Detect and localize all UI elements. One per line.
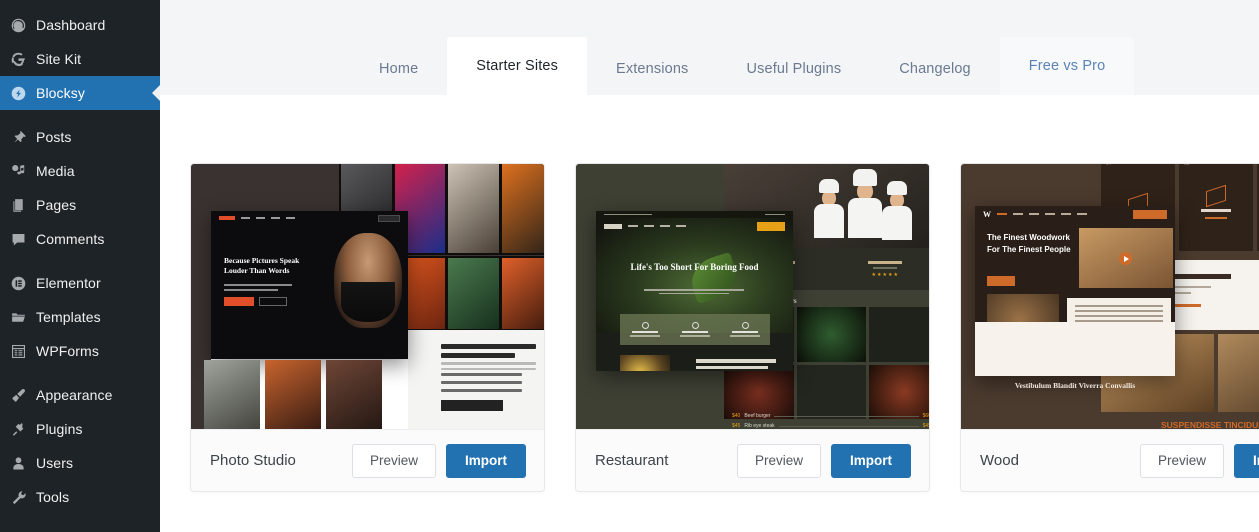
starter-site-title: Wood (980, 452, 1019, 469)
starter-sites-grid: Because Pictures Speak Louder Than Words (190, 163, 1259, 492)
tab-extensions[interactable]: Extensions (587, 43, 717, 95)
wpforms-icon (10, 343, 36, 360)
tab-label: Extensions (616, 61, 689, 77)
elementor-icon (10, 275, 36, 292)
thumb-footer-heading: Vestibulum Blandit Viverra Convallis (1014, 381, 1136, 390)
sidebar-item-comments[interactable]: Comments (0, 222, 160, 256)
preview-button[interactable]: Preview (351, 443, 436, 478)
tab-starter-sites[interactable]: Starter Sites (447, 37, 588, 95)
thumb-hero-heading: The Finest Woodwork For The Finest Peopl… (987, 233, 1071, 254)
sidebar-item-label: Appearance (36, 387, 113, 403)
sidebar-item-label: Blocksy (36, 85, 85, 101)
tab-label: Useful Plugins (746, 61, 842, 77)
thumb-hero-heading: Because Pictures Speak Louder Than Words (224, 256, 300, 276)
sidebar-item-dashboard[interactable]: Dashboard (0, 8, 160, 42)
sidebar-item-pages[interactable]: Pages (0, 188, 160, 222)
wrench-icon (10, 489, 36, 506)
starter-site-thumbnail-restaurant[interactable]: ★★★★★ ★★★★★ Today's Best Offers (576, 164, 929, 429)
starter-site-card[interactable]: Because Pictures Speak Louder Than Words (190, 163, 545, 492)
pin-icon (10, 129, 36, 146)
tab-label: Starter Sites (476, 58, 559, 74)
sidebar-item-plugins[interactable]: Plugins (0, 412, 160, 446)
sidebar-divider (0, 368, 160, 378)
sidebar-item-label: Media (36, 163, 75, 179)
chef-figure (848, 169, 882, 238)
sidebar-item-label: Elementor (36, 275, 101, 291)
blocksy-icon (10, 85, 36, 102)
paintbrush-icon (10, 387, 36, 404)
sidebar-item-wpforms[interactable]: WPForms (0, 334, 160, 368)
tab-changelog[interactable]: Changelog (870, 43, 1000, 95)
main-content: Home Starter Sites Extensions Useful Plu… (160, 0, 1259, 532)
thumb-badge: SUSPENDISSE TINCIDUNT (1161, 420, 1259, 429)
starter-site-card-footer: Photo Studio Preview Import (191, 429, 544, 491)
sidebar-divider (0, 256, 160, 266)
folder-icon (10, 309, 36, 326)
tab-label: Changelog (899, 61, 971, 77)
starter-site-card-footer: Restaurant Preview Import (576, 429, 929, 491)
import-button[interactable]: Import (831, 443, 911, 478)
chef-figure (814, 179, 844, 238)
starter-site-card-footer: Wood Preview Imp (961, 429, 1259, 491)
sidebar-item-label: Plugins (36, 421, 83, 437)
admin-screen: Dashboard Site Kit Blocksy Posts Media P… (0, 0, 1259, 532)
pages-icon (10, 197, 36, 214)
sidebar-item-posts[interactable]: Posts (0, 120, 160, 154)
starter-sites-panel: Because Pictures Speak Louder Than Words (160, 95, 1259, 532)
preview-button[interactable]: Preview (736, 443, 821, 478)
sidebar-item-blocksy[interactable]: Blocksy (0, 76, 160, 110)
starter-site-card[interactable]: 04 05 06 SU (960, 163, 1259, 492)
dashboard-icon (10, 17, 36, 34)
comment-icon (10, 231, 36, 248)
sidebar-item-tools[interactable]: Tools (0, 480, 160, 514)
sidebar-divider (0, 110, 160, 120)
sidebar-item-label: Comments (36, 231, 105, 247)
starter-site-thumbnail-wood[interactable]: 04 05 06 SU (961, 164, 1259, 429)
sidebar-item-label: Posts (36, 129, 72, 145)
sidebar-item-site-kit[interactable]: Site Kit (0, 42, 160, 76)
thumb-hero-heading: Life's Too Short For Boring Food (630, 262, 759, 272)
sidebar-item-label: Tools (36, 489, 70, 505)
sidebar-item-label: Dashboard (36, 17, 106, 33)
media-icon (10, 163, 36, 180)
chef-figure (882, 181, 912, 240)
sidebar-item-label: Templates (36, 309, 101, 325)
tab-useful-plugins[interactable]: Useful Plugins (717, 43, 870, 95)
import-button[interactable]: Imp (1233, 443, 1259, 478)
tab-label: Home (379, 61, 419, 77)
sidebar-item-media[interactable]: Media (0, 154, 160, 188)
starter-site-card[interactable]: ★★★★★ ★★★★★ Today's Best Offers (575, 163, 930, 492)
sidebar-item-label: Pages (36, 197, 77, 213)
sidebar-item-label: Site Kit (36, 51, 82, 67)
google-site-kit-icon (10, 51, 36, 68)
import-button[interactable]: Import (446, 443, 526, 478)
sidebar-item-templates[interactable]: Templates (0, 300, 160, 334)
tab-home[interactable]: Home (350, 43, 447, 95)
plug-icon (10, 421, 36, 438)
sidebar-item-users[interactable]: Users (0, 446, 160, 480)
preview-button[interactable]: Preview (1139, 443, 1224, 478)
user-icon (10, 455, 36, 472)
sidebar-item-appearance[interactable]: Appearance (0, 378, 160, 412)
tab-free-vs-pro[interactable]: Free vs Pro (999, 37, 1135, 95)
starter-site-title: Photo Studio (210, 452, 296, 469)
sidebar-item-label: WPForms (36, 343, 99, 359)
sidebar-item-label: Users (36, 455, 74, 471)
starter-site-title: Restaurant (595, 452, 669, 469)
blocksy-topbar: Home Starter Sites Extensions Useful Plu… (160, 0, 1259, 95)
starter-site-thumbnail-photo-studio[interactable]: Because Pictures Speak Louder Than Words (191, 164, 544, 429)
admin-sidebar: Dashboard Site Kit Blocksy Posts Media P… (0, 0, 160, 532)
blocksy-tab-nav: Home Starter Sites Extensions Useful Plu… (160, 0, 1135, 95)
sidebar-item-elementor[interactable]: Elementor (0, 266, 160, 300)
tab-label: Free vs Pro (1028, 58, 1106, 74)
